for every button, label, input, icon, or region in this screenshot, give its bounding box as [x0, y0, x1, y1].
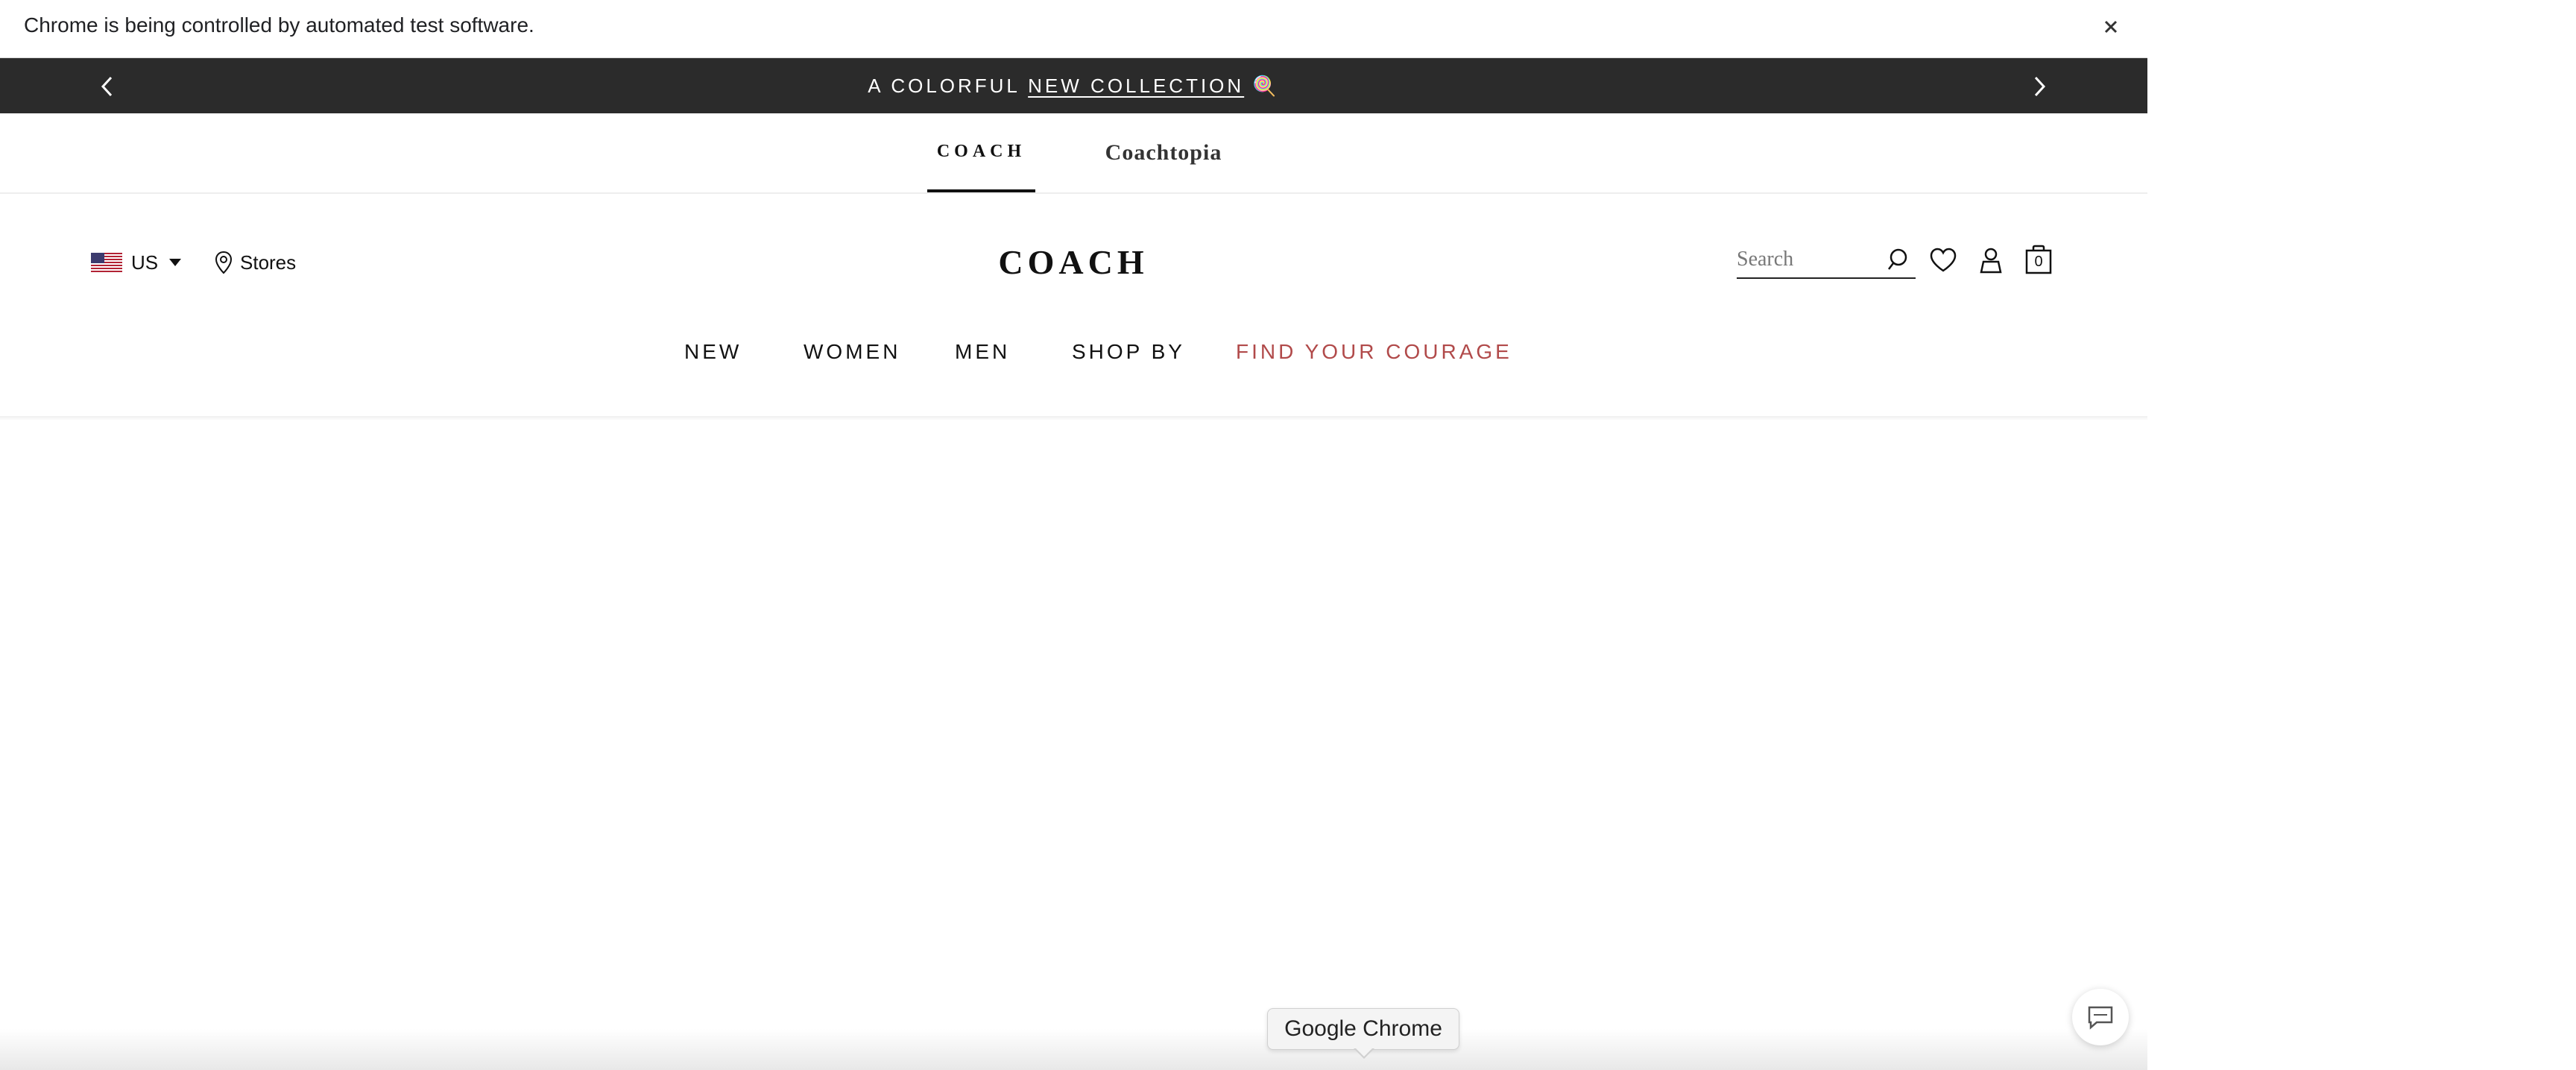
announcement-text: A COLORFUL NEW COLLECTION 🍭 [0, 75, 2147, 97]
site-header: US Stores COACH 0 NEW WOMEN MEN SHOP BY … [0, 194, 2147, 419]
nav-item-find-your-courage[interactable]: FIND YOUR COURAGE [1236, 336, 1512, 368]
announcement-suffix: 🍭 [1244, 75, 1280, 97]
us-flag-icon [91, 253, 122, 272]
infobar-message: Chrome is being controlled by automated … [24, 13, 534, 37]
stores-label: Stores [240, 251, 297, 274]
chat-button[interactable] [2072, 989, 2129, 1045]
search-input[interactable] [1737, 248, 1871, 271]
announcement-prefix: A COLORFUL [868, 75, 1029, 97]
tab-coachtopia-label: Coachtopia [1105, 140, 1222, 165]
account-icon[interactable] [1974, 243, 2008, 277]
coach-logo[interactable]: COACH [984, 240, 1163, 283]
header-divider [0, 416, 2147, 421]
automation-infobar: Chrome is being controlled by automated … [0, 0, 2147, 58]
cart-icon[interactable]: 0 [2021, 243, 2056, 277]
cart-count: 0 [2034, 254, 2043, 270]
locale-label: US [131, 251, 159, 274]
locale-selector[interactable]: US [91, 248, 182, 277]
location-pin-icon [215, 251, 233, 274]
chevron-right-icon[interactable] [2023, 70, 2056, 103]
tab-coach[interactable]: COACH [927, 113, 1035, 192]
caret-down-icon [169, 259, 182, 266]
nav-item-women[interactable]: WOMEN [804, 336, 900, 368]
nav-item-new[interactable]: NEW [684, 336, 742, 368]
new-collection-link[interactable]: NEW COLLECTION [1028, 75, 1244, 97]
content-bottom-fade [0, 1029, 2147, 1070]
page-gutter [2147, 0, 2576, 1070]
search-box [1737, 242, 1916, 279]
main-nav: NEW WOMEN MEN SHOP BY FIND YOUR COURAGE [0, 336, 2147, 368]
nav-item-men[interactable]: MEN [955, 336, 1010, 368]
announcement-bar: A COLORFUL NEW COLLECTION 🍭 [0, 58, 2147, 113]
close-icon[interactable] [2097, 13, 2124, 40]
tab-coachtopia[interactable]: Coachtopia [1100, 113, 1227, 192]
tooltip-tail-inner [1355, 1048, 1373, 1057]
browser-tooltip: Google Chrome [1267, 1008, 1459, 1050]
chat-icon [2088, 1006, 2113, 1030]
stores-link[interactable]: Stores [215, 248, 296, 277]
nav-item-shop-by[interactable]: SHOP BY [1072, 336, 1185, 368]
search-icon[interactable] [1887, 248, 1913, 277]
brand-switcher: COACH Coachtopia [0, 113, 2147, 194]
heart-icon[interactable] [1926, 243, 1960, 277]
tab-coach-label: COACH [936, 141, 1026, 161]
